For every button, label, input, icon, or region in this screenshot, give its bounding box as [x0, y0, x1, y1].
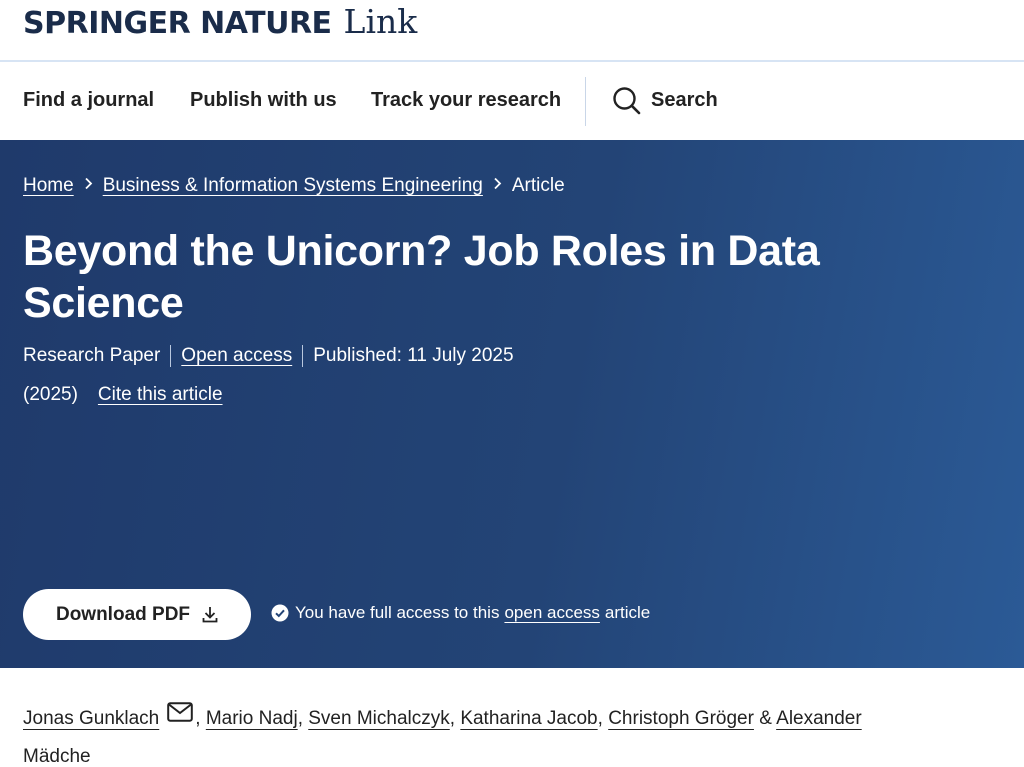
breadcrumb: Home Business & Information Systems Engi… [23, 175, 565, 197]
download-pdf-label: Download PDF [55, 603, 191, 625]
author-conjunction: & [759, 708, 772, 730]
breadcrumb-current: Article [511, 175, 565, 196]
author-link[interactable]: Christoph Gröger [608, 708, 754, 729]
article-year: (2025) [23, 384, 78, 405]
brand-product: Link [343, 2, 418, 41]
download-pdf-button[interactable]: Download PDF [23, 589, 251, 640]
article-type: Research Paper [23, 345, 161, 366]
main-nav: Find a journal Publish with us Track you… [0, 62, 1024, 140]
author-link[interactable]: Mario Nadj [206, 708, 298, 729]
nav-divider [585, 77, 586, 126]
search-icon [613, 87, 641, 115]
brand-name: SPRINGER NATURE [23, 6, 332, 41]
breadcrumb-journal[interactable]: Business & Information Systems Engineeri… [103, 175, 483, 197]
access-status: You have full access to this open access… [271, 603, 650, 623]
article-header: Home Business & Information Systems Engi… [0, 140, 1024, 668]
nav-track-research[interactable]: Track your research [371, 89, 561, 112]
check-circle-icon [271, 604, 289, 622]
cite-article-link[interactable]: Cite this article [98, 384, 223, 406]
brand-bar: SPRINGER NATURE Link [0, 0, 1024, 62]
search-button[interactable]: Search [612, 86, 718, 115]
meta-divider [302, 345, 304, 367]
published-date: Published: 11 July 2025 [313, 345, 514, 366]
meta-divider [170, 345, 172, 367]
search-label: Search [651, 89, 718, 111]
mail-icon[interactable] [167, 698, 194, 736]
article-meta-secondary: (2025) Cite this article [23, 384, 223, 406]
nav-find-journal[interactable]: Find a journal [23, 89, 154, 112]
access-suffix: article [604, 603, 651, 622]
nav-publish-with-us[interactable]: Publish with us [190, 89, 337, 112]
author-list: Jonas Gunklach, Mario Nadj, Sven Michalc… [23, 700, 923, 767]
springer-nature-link-logo[interactable]: SPRINGER NATURE Link [23, 2, 418, 41]
access-open-access-link[interactable]: open access [504, 603, 599, 623]
chevron-right-icon [493, 177, 502, 195]
article-meta: Research Paper Open access Published: 11… [23, 345, 514, 367]
open-access-link[interactable]: Open access [181, 345, 292, 367]
breadcrumb-home[interactable]: Home [23, 175, 74, 197]
chevron-right-icon [84, 177, 93, 195]
author-link[interactable]: Katharina Jacob [460, 708, 597, 729]
download-icon [202, 606, 218, 623]
author-link[interactable]: Jonas Gunklach [23, 708, 159, 729]
access-prefix: You have full access to this [295, 603, 500, 622]
article-title: Beyond the Unicorn? Job Roles in Data Sc… [23, 227, 820, 327]
author-link[interactable]: Sven Michalczyk [308, 708, 450, 729]
